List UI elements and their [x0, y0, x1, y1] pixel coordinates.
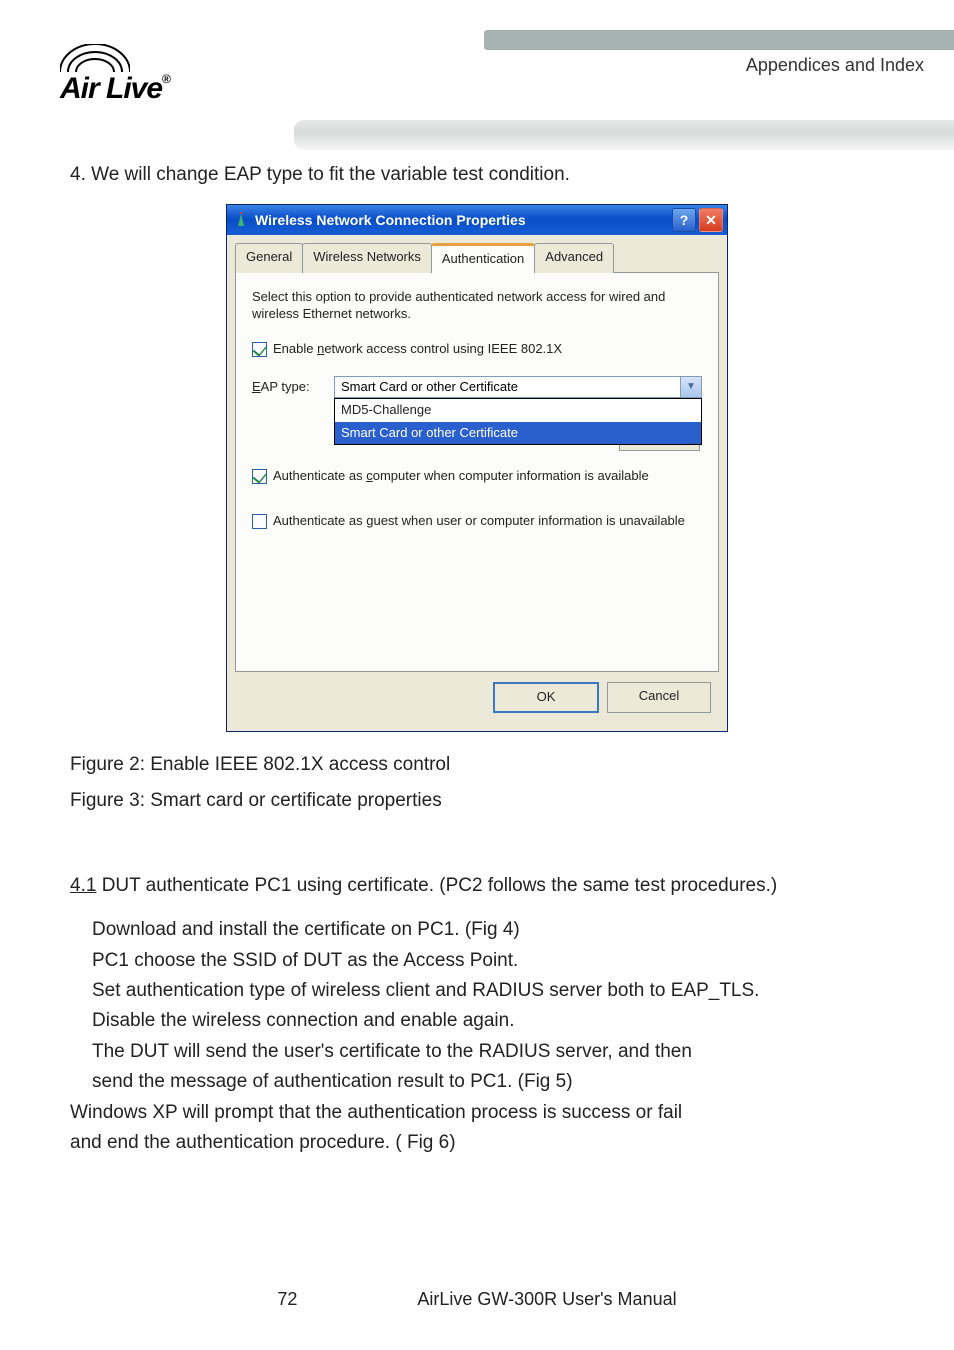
eap-option-smartcard[interactable]: Smart Card or other Certificate	[335, 422, 701, 445]
tab-general[interactable]: General	[235, 243, 303, 273]
logo-arcs-icon	[60, 44, 130, 72]
chevron-down-icon[interactable]: ▼	[680, 377, 701, 397]
page-header: Air Live® Appendices and Index	[0, 0, 954, 130]
page-number: 72	[277, 1289, 297, 1310]
logo-text: Air Live®	[60, 72, 170, 106]
eap-option-md5[interactable]: MD5-Challenge	[335, 399, 701, 422]
eap-type-dropdown-list[interactable]: MD5-Challenge Smart Card or other Certif…	[334, 398, 702, 446]
logo: Air Live®	[60, 44, 170, 106]
enable-8021x-row[interactable]: Enable network access control using IEEE…	[252, 341, 702, 358]
auth-as-guest-row[interactable]: Authenticate as guest when user or compu…	[252, 513, 702, 530]
step-line: Windows XP will prompt that the authenti…	[70, 1098, 884, 1128]
tab-bar: General Wireless Networks Authentication…	[235, 243, 719, 273]
header-section-title: Appendices and Index	[746, 55, 924, 76]
auth-as-computer-checkbox[interactable]	[252, 469, 267, 484]
step-line: Disable the wireless connection and enab…	[92, 1006, 884, 1036]
step-line: send the message of authentication resul…	[92, 1067, 884, 1097]
auth-info-text: Select this option to provide authentica…	[252, 289, 702, 323]
dialog-titlebar[interactable]: Wireless Network Connection Properties ?…	[227, 205, 727, 235]
figure2-caption: Figure 2: Enable IEEE 802.1X access cont…	[70, 750, 884, 780]
tab-wireless-networks[interactable]: Wireless Networks	[302, 243, 432, 273]
eap-type-input[interactable]	[334, 376, 702, 398]
tab-advanced[interactable]: Advanced	[534, 243, 614, 273]
step-line: Download and install the certificate on …	[92, 915, 884, 945]
intro-text: 4. We will change EAP type to fit the va…	[70, 160, 884, 190]
figure3-caption: Figure 3: Smart card or certificate prop…	[70, 786, 884, 816]
step-line: and end the authentication procedure. ( …	[70, 1128, 884, 1158]
page-footer: 72 AirLive GW-300R User's Manual	[0, 1289, 954, 1310]
eap-type-combo[interactable]: ▼ MD5-Challenge Smart Card or other Cert…	[334, 376, 702, 398]
section-4-1-number: 4.1	[70, 875, 96, 896]
step-line: Set authentication type of wireless clie…	[92, 976, 884, 1006]
wireless-properties-dialog: Wireless Network Connection Properties ?…	[226, 204, 728, 732]
section-4-1: 4.1 DUT authenticate PC1 using certifica…	[70, 871, 884, 901]
footer-doc-title: AirLive GW-300R User's Manual	[417, 1289, 676, 1310]
tab-panel-authentication: Select this option to provide authentica…	[235, 272, 719, 672]
auth-as-guest-label: Authenticate as guest when user or compu…	[273, 513, 685, 530]
close-button[interactable]: ✕	[699, 208, 723, 232]
auth-as-computer-label: Authenticate as computer when computer i…	[273, 468, 649, 485]
dialog-title: Wireless Network Connection Properties	[255, 209, 672, 231]
tab-authentication[interactable]: Authentication	[431, 243, 535, 273]
enable-8021x-checkbox[interactable]	[252, 342, 267, 357]
wireless-antenna-icon	[233, 212, 249, 228]
help-button[interactable]: ?	[672, 208, 696, 232]
step-line: PC1 choose the SSID of DUT as the Access…	[92, 946, 884, 976]
step-line: The DUT will send the user's certificate…	[92, 1037, 884, 1067]
dialog-button-row: OK Cancel	[235, 672, 719, 723]
cancel-button[interactable]: Cancel	[607, 682, 711, 713]
eap-type-label: EAP type:	[252, 377, 316, 398]
auth-as-computer-row[interactable]: Authenticate as computer when computer i…	[252, 468, 702, 485]
ok-button[interactable]: OK	[493, 682, 599, 713]
header-green-bar	[484, 30, 954, 50]
enable-8021x-label: Enable network access control using IEEE…	[273, 341, 562, 358]
auth-as-guest-checkbox[interactable]	[252, 514, 267, 529]
